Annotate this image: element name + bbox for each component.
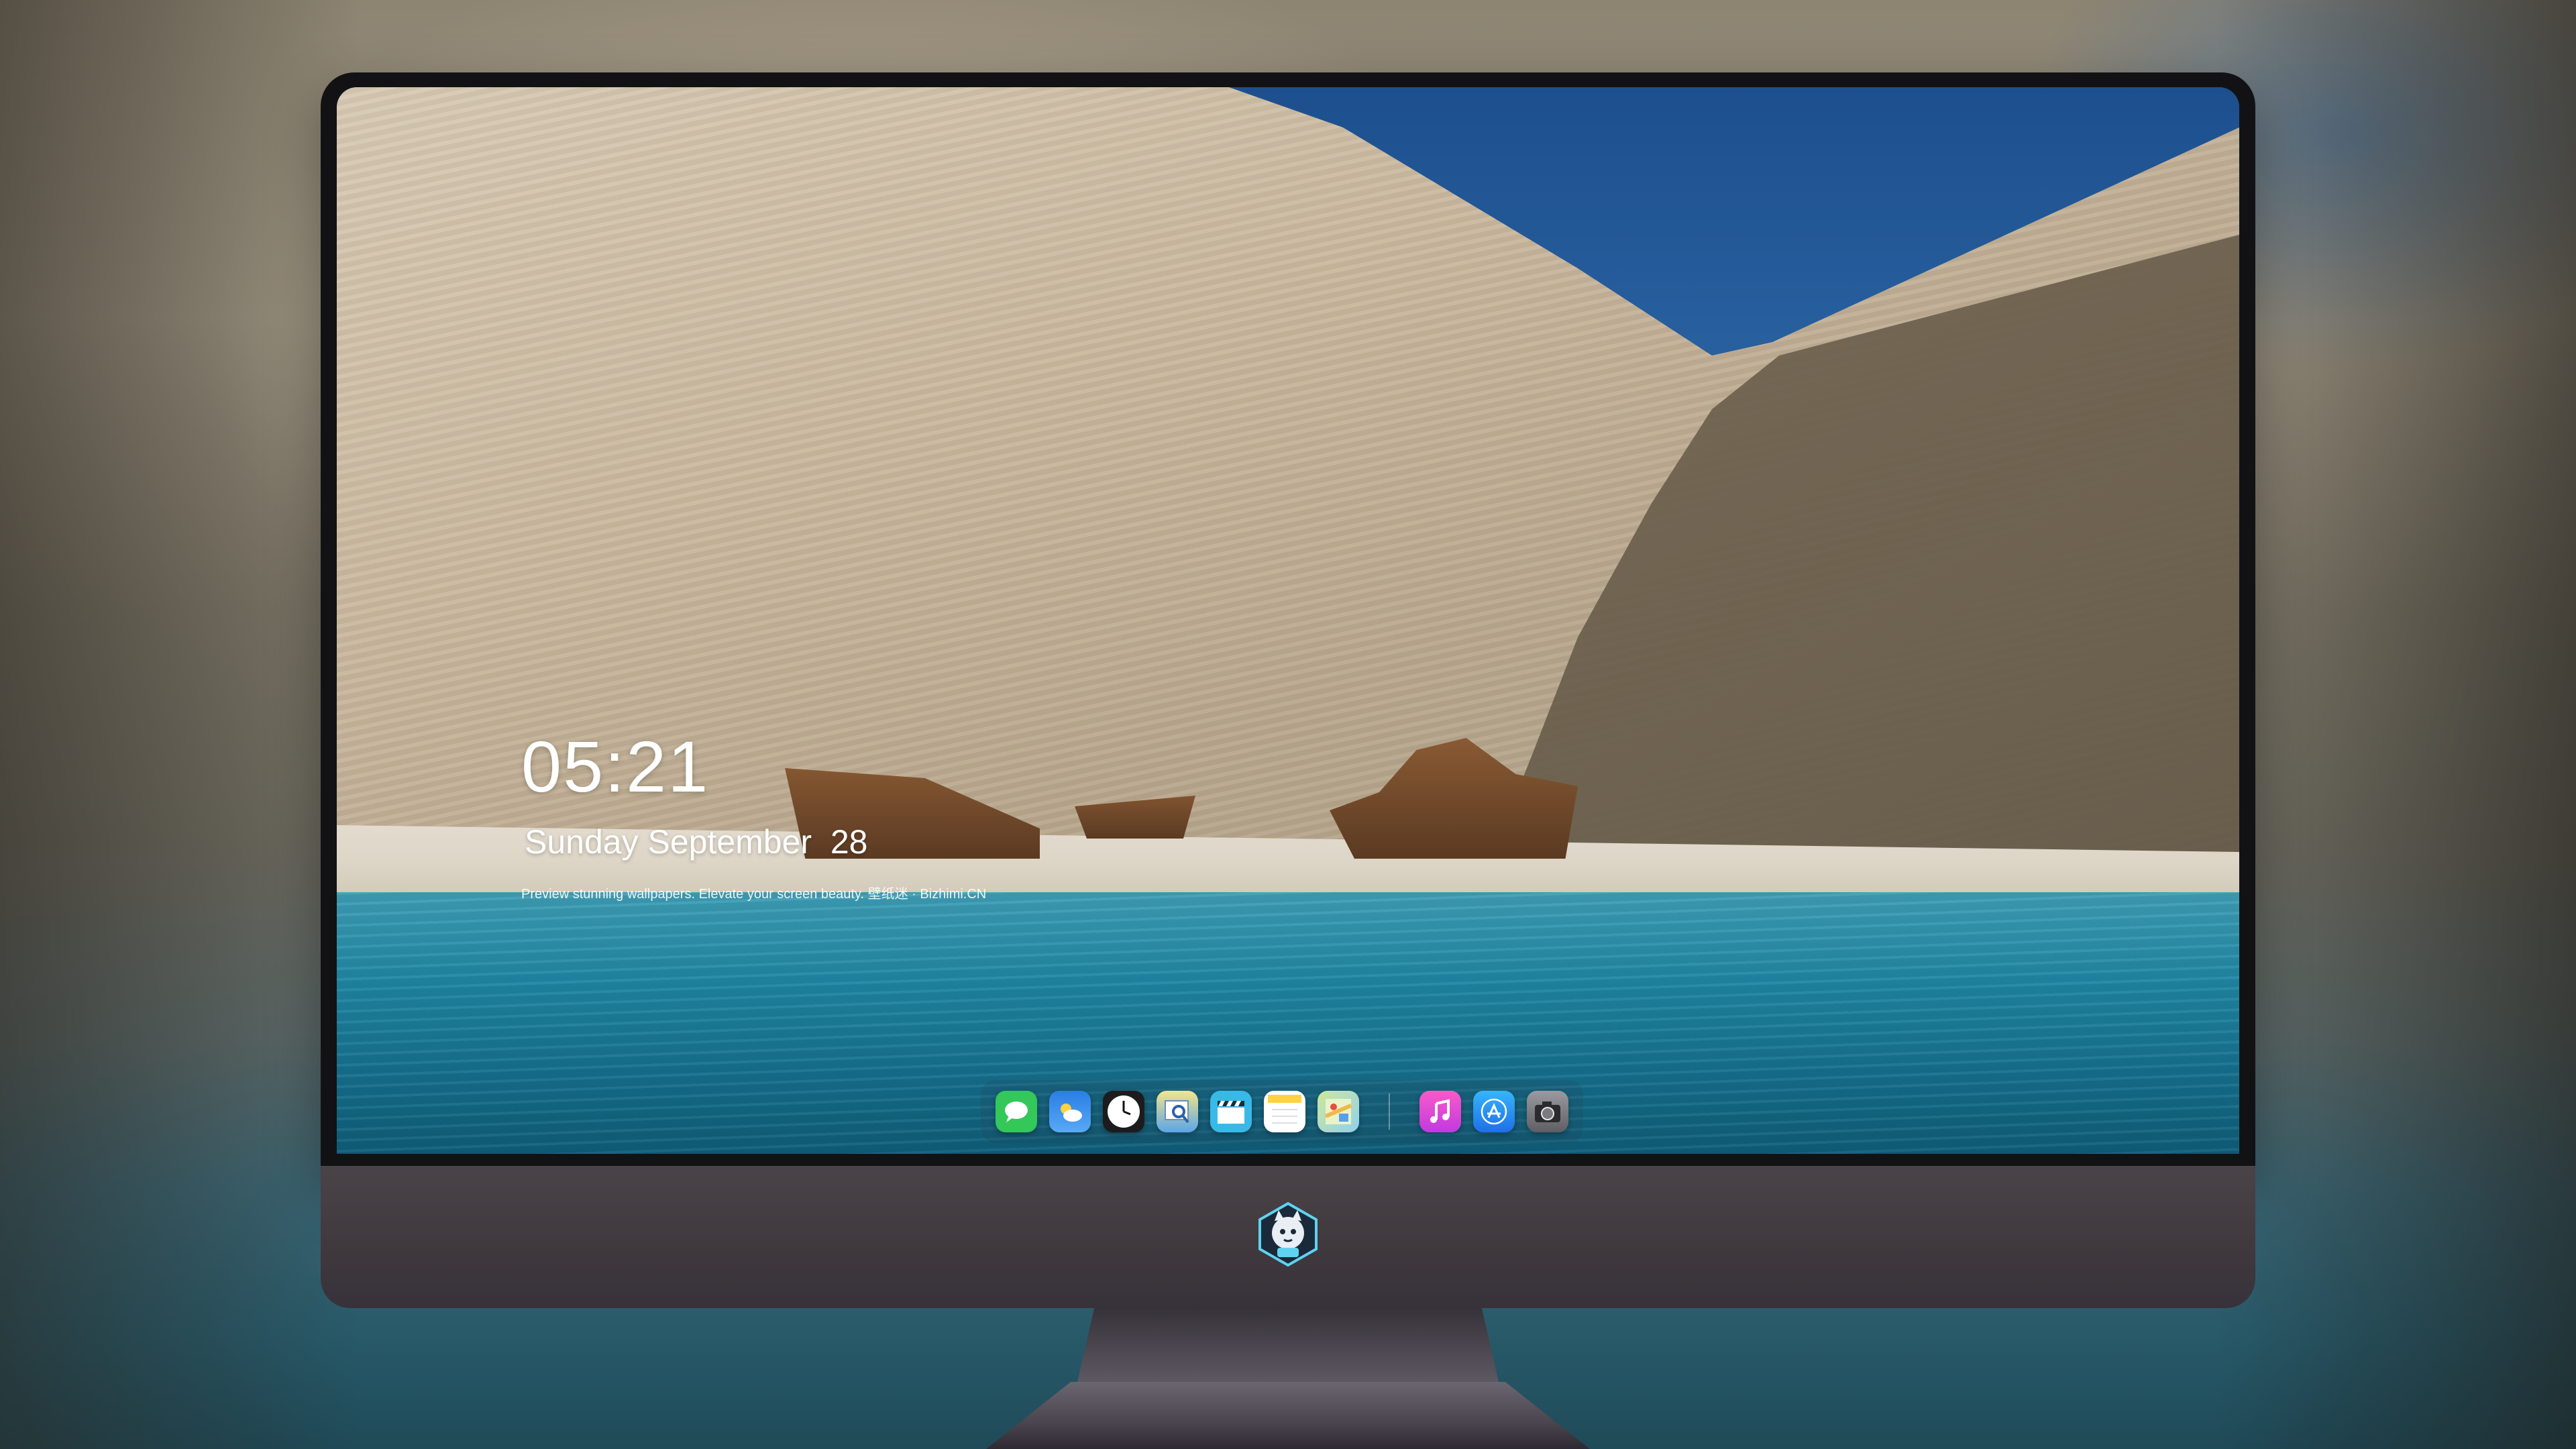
clock-icon[interactable] (1103, 1091, 1144, 1132)
clapper-icon[interactable] (1210, 1091, 1252, 1132)
lockscreen-date: Sunday September 28 (525, 823, 868, 861)
wallpaper-tagline: Preview stunning wallpapers. Elevate you… (521, 887, 987, 902)
app-store-icon[interactable] (1473, 1091, 1515, 1132)
blurred-background: 05:21 Sunday September 28 Preview stunni… (0, 0, 2576, 1449)
maps-icon[interactable] (1318, 1091, 1359, 1132)
dock (981, 1080, 1583, 1143)
dock-separator (1389, 1093, 1390, 1130)
camera-icon[interactable] (1527, 1091, 1568, 1132)
notes-icon[interactable] (1264, 1091, 1305, 1132)
music-icon[interactable] (1419, 1091, 1461, 1132)
monitor-stand-base (986, 1382, 1590, 1449)
messages-icon[interactable] (996, 1091, 1037, 1132)
preview-icon[interactable] (1157, 1091, 1198, 1132)
weather-icon[interactable] (1049, 1091, 1091, 1132)
lockscreen-time: 05:21 (521, 726, 710, 807)
monitor-screen: 05:21 Sunday September 28 Preview stunni… (337, 87, 2239, 1154)
mascot-logo-icon (1258, 1201, 1318, 1267)
monitor-stand-neck (1077, 1308, 1499, 1382)
